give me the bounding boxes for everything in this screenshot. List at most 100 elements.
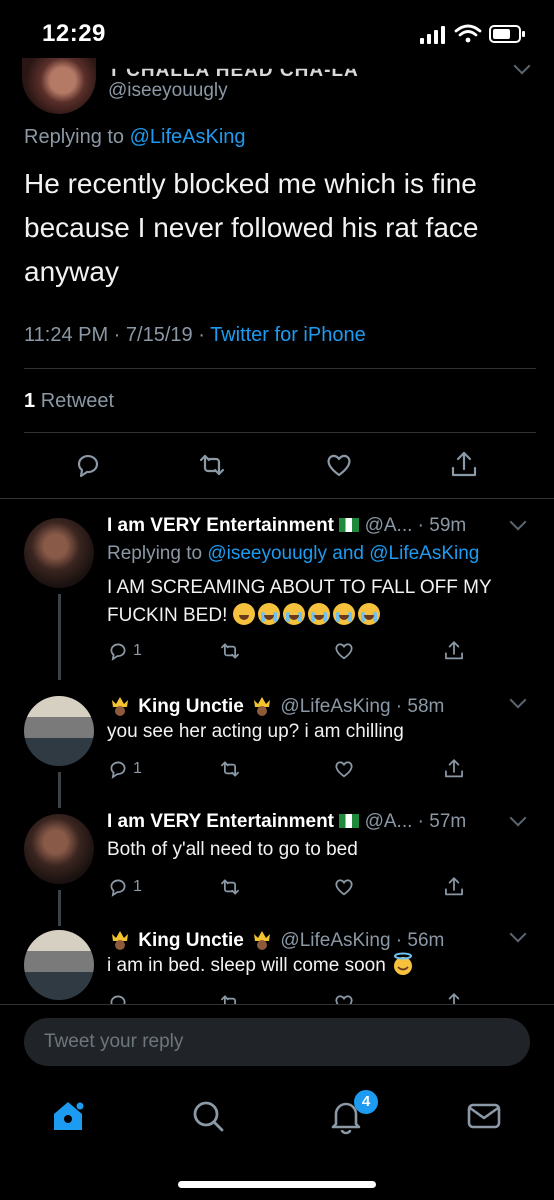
reply-tweet[interactable]: King Unctie @LifeAsKing · 56m i am in be… [0,922,554,1004]
thread-line [58,594,61,680]
avatar[interactable] [24,814,94,884]
retweet-stats[interactable]: 1 Retweet [24,390,114,413]
cellular-signal-icon [420,26,445,44]
reply-meta: @A... · 57m [364,811,467,832]
divider [24,368,536,369]
thread-line [58,772,61,808]
tweet-time: 11:24 PM [24,324,109,346]
share-button[interactable] [443,756,465,782]
reply-button[interactable]: 1 [107,756,142,782]
chevron-down-icon[interactable] [509,925,527,943]
crying-emoji-icon [307,603,330,625]
status-bar: 12:29 [0,0,554,66]
reply-count: 1 [133,760,142,777]
divider [24,432,536,433]
crown-emoji-icon [112,931,128,950]
messages-envelope-icon[interactable] [464,1096,504,1136]
share-icon [448,993,460,1004]
status-time: 12:29 [42,20,106,47]
crying-emoji-icon [332,603,355,625]
reply-header: I am VERY Entertainment @A... · 57m [107,811,466,833]
like-icon [335,761,353,778]
crying-emoji-icon [357,603,380,625]
retweet-button[interactable] [219,874,241,900]
reply-display-name[interactable]: I am VERY Entertainment [107,515,334,536]
reply-actions: 1 [107,874,467,900]
share-icon [445,641,463,660]
avatar[interactable] [22,58,96,114]
nigeria-flag-icon [339,814,360,828]
like-icon[interactable] [324,450,354,480]
bottom-tab-bar [0,1086,554,1156]
like-button[interactable] [333,756,355,782]
retweet-icon [221,643,239,659]
chevron-down-icon[interactable] [509,691,527,709]
share-icon[interactable] [449,450,479,480]
reply-actions [107,990,467,1004]
replying-prefix: Replying to [107,543,203,564]
reply-display-name[interactable]: King Unctie [138,696,244,717]
replying-and: and [332,543,364,564]
crown-emoji-icon [254,931,271,950]
replying-to-link[interactable]: @LifeAsKing [369,543,479,564]
reply-composer: Tweet your reply [0,1004,554,1086]
replying-to: Replying to @LifeAsKing [24,126,246,149]
avatar[interactable] [24,930,94,1000]
reply-icon [110,643,126,661]
tweet-text: He recently blocked me which is fine bec… [24,168,479,287]
wifi-icon [454,24,482,43]
replying-prefix: Replying to [24,126,125,148]
reply-meta: @LifeAsKing · 56m [280,930,445,951]
reply-icon [110,995,126,1004]
share-button[interactable] [443,638,465,664]
retweet-icon[interactable] [197,450,227,480]
reply-display-name[interactable]: I am VERY Entertainment [107,811,334,832]
reply-meta: @LifeAsKing · 58m [280,696,445,717]
reply-display-name[interactable]: King Unctie [138,930,244,951]
crown-emoji-icon [254,697,271,716]
divider [0,498,554,499]
retweet-label: Retweet [40,390,115,412]
reply-header: King Unctie @LifeAsKing · 58m [107,692,444,718]
reply-button[interactable] [107,990,129,1004]
retweet-icon [221,995,237,1004]
like-button[interactable] [333,638,355,664]
avatar[interactable] [24,518,94,588]
like-button[interactable] [333,874,355,900]
share-button[interactable] [443,990,465,1004]
notification-badge: 4 [354,1090,378,1114]
replying-to: Replying to @iseeyouugly and @LifeAsKing [107,540,527,568]
retweet-count: 1 [24,390,36,412]
share-icon [445,877,463,896]
replying-to-link[interactable]: @iseeyouugly [207,543,327,564]
chevron-down-icon[interactable] [509,809,527,827]
home-icon[interactable] [48,1096,88,1136]
user-handle[interactable]: @iseeyouugly [108,80,228,102]
tweet-reply-input[interactable]: Tweet your reply [24,1018,530,1066]
tweet-date: 7/15/19 [125,324,193,346]
chevron-down-icon[interactable] [509,513,527,531]
like-button[interactable] [333,990,355,1004]
battery-icon [489,25,525,43]
like-icon [335,995,353,1004]
reply-meta: @A... · 59m [364,515,467,536]
retweet-button[interactable] [219,756,241,782]
share-button[interactable] [443,874,465,900]
reply-button[interactable]: 1 [107,638,142,664]
search-icon[interactable] [188,1096,228,1136]
reply-actions: 1 [107,638,467,664]
reply-text: you see her acting up? i am chilling [107,721,404,742]
retweet-button[interactable] [219,990,241,1004]
crying-emoji-icon [282,603,305,625]
reply-button[interactable]: 1 [107,874,142,900]
status-icons [420,24,525,44]
reply-icon[interactable] [73,450,103,480]
reply-count: 1 [133,878,142,895]
tweet-client-link[interactable]: Twitter for iPhone [210,324,366,346]
avatar[interactable] [24,696,94,766]
replying-to-link[interactable]: @LifeAsKing [130,126,246,148]
home-indicator[interactable] [178,1181,376,1188]
like-icon [335,879,353,896]
retweet-button[interactable] [219,638,241,664]
share-icon [445,759,463,778]
